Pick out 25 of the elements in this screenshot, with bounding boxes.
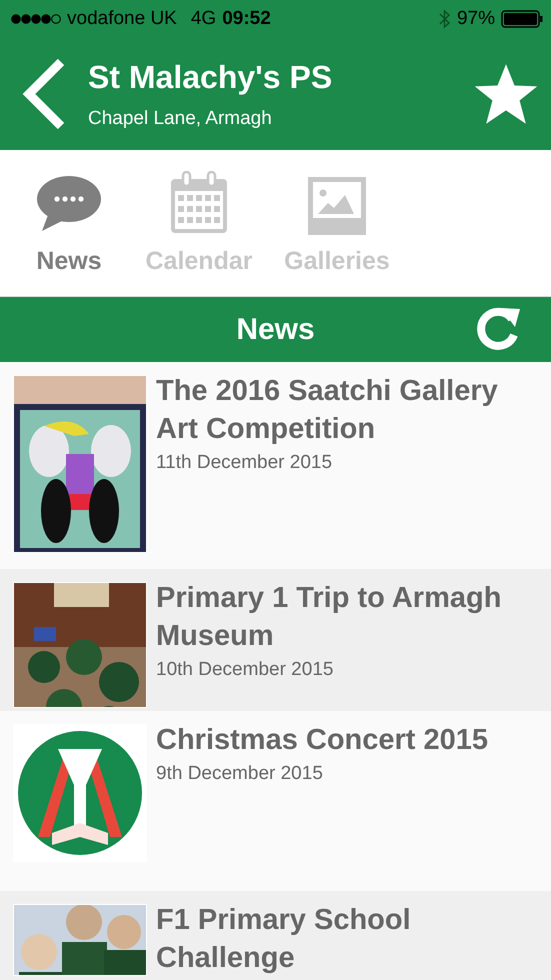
section-title: News <box>236 312 315 346</box>
news-title: Christmas Concert 2015 <box>156 723 488 758</box>
refresh-button[interactable] <box>475 306 521 352</box>
signal-icon <box>11 13 61 25</box>
school-address: Chapel Lane, Armagh <box>88 108 273 130</box>
news-item[interactable]: Primary 1 Trip to Armagh Museum 10th December 2015 <box>0 569 551 711</box>
news-date: 9th December 2015 <box>156 763 324 785</box>
news-title: F1 Primary School Challenge <box>156 903 412 976</box>
school-name: St Malachy's PS <box>88 58 334 96</box>
tab[interactable]: News <box>8 150 130 296</box>
news-date: 10th December 2015 <box>156 659 334 681</box>
carrier-name: vodafone UK <box>67 8 177 30</box>
refresh-icon <box>475 306 521 352</box>
image-icon <box>308 177 366 235</box>
battery-percent: 97% <box>456 8 495 30</box>
clock: 09:52 <box>222 8 271 30</box>
news-title: Primary 1 Trip to Armagh Museum <box>156 581 502 654</box>
back-icon <box>21 58 67 130</box>
network-type: 4G <box>190 8 216 30</box>
news-title: The 2016 Saatchi Gallery Art Competition <box>156 374 499 447</box>
news-date: 11th December 2015 <box>156 452 334 474</box>
news-item[interactable]: F1 Primary School Challenge <box>0 891 551 980</box>
battery-icon <box>501 10 543 28</box>
calendar-icon <box>170 171 228 235</box>
bluetooth-icon <box>438 9 451 29</box>
